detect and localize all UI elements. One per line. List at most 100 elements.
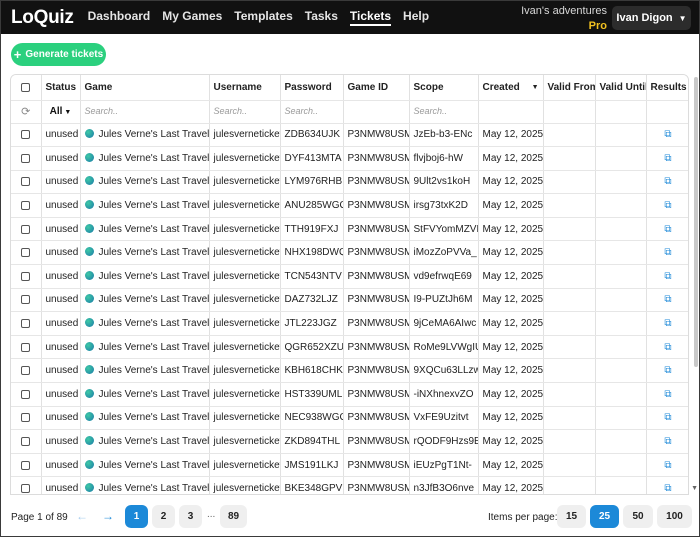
game-cell[interactable]: Jules Verne's Last Travel: [80, 406, 210, 431]
game-cell[interactable]: Jules Verne's Last Travel: [80, 358, 210, 384]
nav-help[interactable]: Help: [403, 9, 429, 26]
game-cell[interactable]: Jules Verne's Last Travel: [80, 311, 210, 336]
row-checkbox[interactable]: [21, 484, 31, 494]
row-checkbox[interactable]: [21, 248, 31, 258]
generate-tickets-button[interactable]: + Generate tickets: [11, 43, 106, 66]
results-cell[interactable]: ⧉: [646, 170, 688, 195]
user-menu-button[interactable]: Ivan Digon ▼: [612, 6, 691, 30]
external-link-icon[interactable]: ⧉: [664, 342, 671, 353]
per-page-option-15[interactable]: 15: [557, 505, 586, 528]
page-button-1[interactable]: 1: [125, 505, 148, 528]
per-page-option-100[interactable]: 100: [657, 505, 692, 528]
external-link-icon[interactable]: ⧉: [664, 436, 671, 447]
row-select-cell[interactable]: [11, 264, 42, 289]
external-link-icon[interactable]: ⧉: [664, 483, 671, 494]
previous-page-arrow-icon[interactable]: ←: [76, 509, 88, 523]
column-header-password[interactable]: Password: [280, 75, 344, 101]
external-link-icon[interactable]: ⧉: [664, 460, 671, 471]
game-cell[interactable]: Jules Verne's Last Travel: [80, 453, 210, 478]
nav-dashboard[interactable]: Dashboard: [88, 9, 151, 26]
nav-tasks[interactable]: Tasks: [305, 9, 338, 26]
results-cell[interactable]: ⧉: [646, 146, 688, 171]
row-checkbox[interactable]: [21, 224, 31, 234]
row-select-cell[interactable]: [11, 146, 42, 171]
results-cell[interactable]: ⧉: [646, 453, 688, 478]
results-cell[interactable]: ⧉: [646, 406, 688, 431]
game-cell[interactable]: Jules Verne's Last Travel: [80, 264, 210, 289]
row-select-cell[interactable]: [11, 335, 42, 360]
game-cell[interactable]: Jules Verne's Last Travel: [80, 170, 210, 195]
select-all-header[interactable]: [11, 75, 42, 101]
row-select-cell[interactable]: [11, 288, 42, 313]
app-logo[interactable]: LoQuiz: [11, 7, 74, 29]
row-checkbox[interactable]: [21, 389, 31, 399]
external-link-icon[interactable]: ⧉: [664, 294, 671, 305]
row-select-cell[interactable]: [11, 429, 42, 454]
column-header-game-id[interactable]: Game ID: [343, 75, 410, 101]
game-cell[interactable]: Jules Verne's Last Travel: [80, 288, 210, 313]
page-button-89[interactable]: 89: [220, 505, 247, 528]
results-cell[interactable]: ⧉: [646, 429, 688, 454]
select-all-checkbox[interactable]: [21, 82, 31, 92]
row-select-cell[interactable]: [11, 217, 42, 242]
row-checkbox[interactable]: [21, 295, 31, 305]
row-select-cell[interactable]: [11, 240, 42, 266]
row-select-cell[interactable]: [11, 358, 42, 384]
game-cell[interactable]: Jules Verne's Last Travel: [80, 240, 210, 266]
row-select-cell[interactable]: [11, 406, 42, 431]
results-cell[interactable]: ⧉: [646, 335, 688, 360]
external-link-icon[interactable]: ⧉: [664, 247, 671, 258]
game-cell[interactable]: Jules Verne's Last Travel: [80, 429, 210, 454]
nav-my-games[interactable]: My Games: [162, 9, 222, 26]
per-page-option-50[interactable]: 50: [623, 505, 653, 528]
scope-search-input[interactable]: Search..: [409, 100, 479, 124]
next-page-arrow-icon[interactable]: →: [102, 509, 114, 523]
row-checkbox[interactable]: [21, 177, 31, 187]
refresh-icon[interactable]: ⟳: [21, 106, 30, 118]
results-cell[interactable]: ⧉: [646, 311, 688, 336]
results-cell[interactable]: ⧉: [646, 193, 688, 218]
row-checkbox[interactable]: [21, 271, 31, 281]
row-checkbox[interactable]: [21, 342, 31, 352]
row-checkbox[interactable]: [21, 437, 31, 447]
row-select-cell[interactable]: [11, 476, 42, 494]
refresh-cell[interactable]: ⟳: [11, 100, 42, 124]
results-cell[interactable]: ⧉: [646, 476, 688, 494]
external-link-icon[interactable]: ⧉: [664, 200, 671, 211]
row-checkbox[interactable]: [21, 153, 31, 163]
results-cell[interactable]: ⧉: [646, 123, 688, 148]
column-header-valid-until[interactable]: Valid Until: [595, 75, 647, 101]
external-link-icon[interactable]: ⧉: [664, 318, 671, 329]
game-search-input[interactable]: Search..: [80, 100, 210, 124]
results-cell[interactable]: ⧉: [646, 217, 688, 242]
row-checkbox[interactable]: [21, 366, 31, 376]
results-cell[interactable]: ⧉: [646, 288, 688, 313]
game-cell[interactable]: Jules Verne's Last Travel: [80, 193, 210, 218]
external-link-icon[interactable]: ⧉: [664, 412, 671, 423]
row-select-cell[interactable]: [11, 382, 42, 407]
sort-descending-icon[interactable]: ▼: [532, 84, 539, 91]
results-cell[interactable]: ⧉: [646, 240, 688, 266]
external-link-icon[interactable]: ⧉: [664, 153, 671, 164]
results-cell[interactable]: ⧉: [646, 358, 688, 384]
column-header-valid-from[interactable]: Valid From: [543, 75, 596, 101]
game-cell[interactable]: Jules Verne's Last Travel: [80, 335, 210, 360]
column-header-scope[interactable]: Scope: [409, 75, 479, 101]
username-search-input[interactable]: Search..: [209, 100, 281, 124]
external-link-icon[interactable]: ⧉: [664, 389, 671, 400]
nav-templates[interactable]: Templates: [234, 9, 292, 26]
row-checkbox[interactable]: [21, 319, 31, 329]
row-select-cell[interactable]: [11, 193, 42, 218]
column-header-created[interactable]: Created ▼: [478, 75, 544, 101]
row-checkbox[interactable]: [21, 460, 31, 470]
password-search-input[interactable]: Search..: [280, 100, 344, 124]
column-header-username[interactable]: Username: [209, 75, 281, 101]
scrollbar-thumb[interactable]: [694, 77, 698, 367]
per-page-option-25[interactable]: 25: [590, 505, 619, 528]
row-select-cell[interactable]: [11, 453, 42, 478]
status-filter-select[interactable]: All ▼: [41, 100, 81, 124]
row-checkbox[interactable]: [21, 413, 31, 423]
external-link-icon[interactable]: ⧉: [664, 271, 671, 282]
nav-tickets[interactable]: Tickets: [349, 9, 392, 26]
game-cell[interactable]: Jules Verne's Last Travel: [80, 476, 210, 494]
